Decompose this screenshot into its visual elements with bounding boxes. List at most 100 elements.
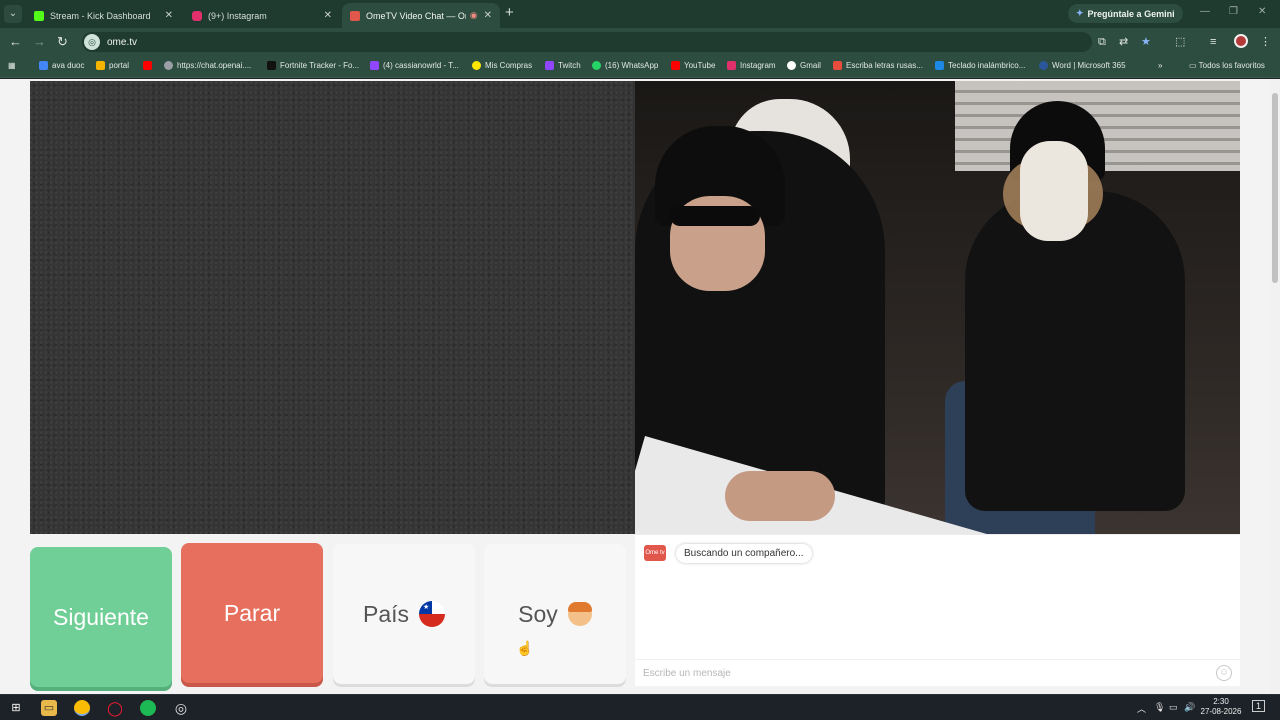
whatsapp-icon [592,61,601,70]
stop-button[interactable]: Parar [181,543,323,683]
message-input[interactable] [643,668,1203,679]
tab-strip: ⌄ Stream - Kick Dashboard ✕ (9+) Instagr… [0,0,1280,28]
hand-cursor-icon: ☝ [516,640,534,656]
bookmark-item[interactable]: Mis Compras [472,61,532,70]
close-window-button[interactable]: ✕ [1258,6,1266,17]
menu-icon[interactable]: ⋮ [1260,35,1271,49]
self-video [635,81,1240,534]
tab-search-icon[interactable]: ⌄ [4,5,22,23]
bookmark-item[interactable]: https://chat.openai.... [164,61,251,70]
country-button[interactable]: País ★ [333,544,475,684]
chrome-icon[interactable] [74,700,90,716]
opera-icon[interactable]: ◯ [107,700,123,716]
kick-icon [34,10,44,21]
person-right [965,191,1185,511]
all-bookmarks-button[interactable]: ▭ Todos los favoritos [1189,61,1265,70]
volume-icon[interactable]: 🔊 [1184,702,1195,713]
bookmark-item[interactable]: (4) cassianowrld - T... [370,61,459,70]
bookmarks-bar: ▦ ava duoc portal https://chat.openai...… [0,56,1280,78]
more-bookmarks-icon[interactable]: » [1158,61,1162,70]
twitch-icon [370,61,379,70]
sunglasses [670,206,760,226]
globe-icon [164,61,173,70]
youtube-icon [143,61,152,70]
gender-button[interactable]: Soy [484,544,626,684]
bookmark-item[interactable]: portal [96,61,129,70]
youtube-icon [671,61,680,70]
windows-icon [39,61,48,70]
chile-flag-icon: ★ [419,601,446,627]
status-message: Buscando un compañero... [676,544,812,563]
close-icon[interactable]: ✕ [484,10,492,21]
tab-kick[interactable]: Stream - Kick Dashboard ✕ [26,3,181,28]
word-icon [1039,61,1048,70]
extensions-icon[interactable]: ⬚ [1175,35,1185,49]
address-bar[interactable]: ◎ ome.tv [82,32,1092,52]
ometv-icon [350,10,360,21]
bookmark-item[interactable]: Fortnite Tracker - Fo... [267,61,359,70]
scroll-thumb[interactable] [1272,93,1278,283]
new-tab-button[interactable]: + [505,5,514,21]
ometv-logo: Ome tv [644,545,666,561]
bookmark-item[interactable]: Twitch [545,61,581,70]
microphone-icon[interactable]: 🎙 [1154,702,1165,713]
folder-icon: ▭ [1189,61,1199,70]
bookmark-item[interactable]: Teclado inalámbrico... [935,61,1025,70]
bookmark-item[interactable]: Escriba letras rusas... [833,61,923,70]
install-app-icon[interactable]: ⧉ [1098,35,1106,49]
show-hidden-icons[interactable]: ︿ [1137,702,1146,715]
network-icon[interactable]: ▭ [1169,702,1178,713]
bookmark-star-icon[interactable]: ★ [1141,35,1151,49]
ometv-page: Siguiente Parar País ★ Soy Ome tv Buscan… [0,79,1280,694]
fortnite-icon [267,61,276,70]
forward-button[interactable]: → [33,34,46,50]
keyboard-site-icon [833,61,842,70]
bookmark-item[interactable]: Instagram [727,61,776,70]
page-scrollbar[interactable] [1270,79,1280,694]
gemini-button[interactable]: ✦ Pregúntale a Gemini [1068,4,1183,23]
next-button[interactable]: Siguiente [30,547,172,687]
bookmark-item[interactable]: Gmail [787,61,821,70]
profile-avatar[interactable] [1234,34,1248,48]
spotify-icon[interactable] [140,700,156,716]
file-explorer-icon[interactable]: ▭ [41,700,57,716]
twitch-icon [545,61,554,70]
notifications-icon[interactable]: 1 [1252,700,1266,712]
bookmark-item[interactable]: Word | Microsoft 365 [1039,61,1126,70]
windows-start-icon[interactable]: ⊞ [8,700,24,716]
taskbar: ⊞ ▭ ◯ ◎ ︿ 🎙 ▭ 🔊 2:30 27-08-2026 1 [0,694,1280,720]
instagram-icon [727,61,736,70]
recording-icon: ◉ [469,10,478,20]
store-icon [935,61,944,70]
bookmark-item[interactable]: (16) WhatsApp [592,61,658,70]
emoji-icon[interactable]: ☺ [1216,665,1232,681]
stranger-video [30,81,635,534]
maximize-button[interactable]: ❐ [1229,6,1238,17]
back-button[interactable]: ← [9,34,22,50]
boy-icon [567,602,592,626]
gemini-icon: ✦ [1076,8,1084,18]
tab-ometv[interactable]: OmeTV Video Chat — Ome ◉ ✕ [342,3,500,28]
obs-icon[interactable]: ◎ [173,700,189,716]
apps-icon[interactable]: ▦ [8,61,16,70]
folder-icon [96,61,105,70]
tab-instagram[interactable]: (9+) Instagram ✕ [184,3,340,28]
browser-toolbar: ← → ↻ ◎ ome.tv ⧉ ⇄ ★ ⬚ ≡ ⋮ [0,28,1280,56]
minimize-button[interactable]: — [1200,6,1210,17]
white-mask [1020,141,1088,241]
bookmark-item[interactable]: YouTube [671,61,715,70]
instagram-icon [192,10,202,21]
message-bar: ☺ [635,659,1240,687]
close-icon[interactable]: ✕ [324,10,332,21]
mercadolibre-icon [472,61,481,70]
site-info-icon[interactable]: ◎ [84,34,100,50]
google-icon [787,61,796,70]
close-icon[interactable]: ✕ [165,10,173,21]
reload-button[interactable]: ↻ [57,34,68,50]
hand-with-watch [725,471,835,521]
bookmark-item[interactable] [143,61,156,70]
translate-icon[interactable]: ⇄ [1119,35,1128,49]
media-control-icon[interactable]: ≡ [1210,35,1216,49]
clock[interactable]: 2:30 27-08-2026 [1200,697,1242,717]
bookmark-item[interactable]: ava duoc [39,61,84,70]
